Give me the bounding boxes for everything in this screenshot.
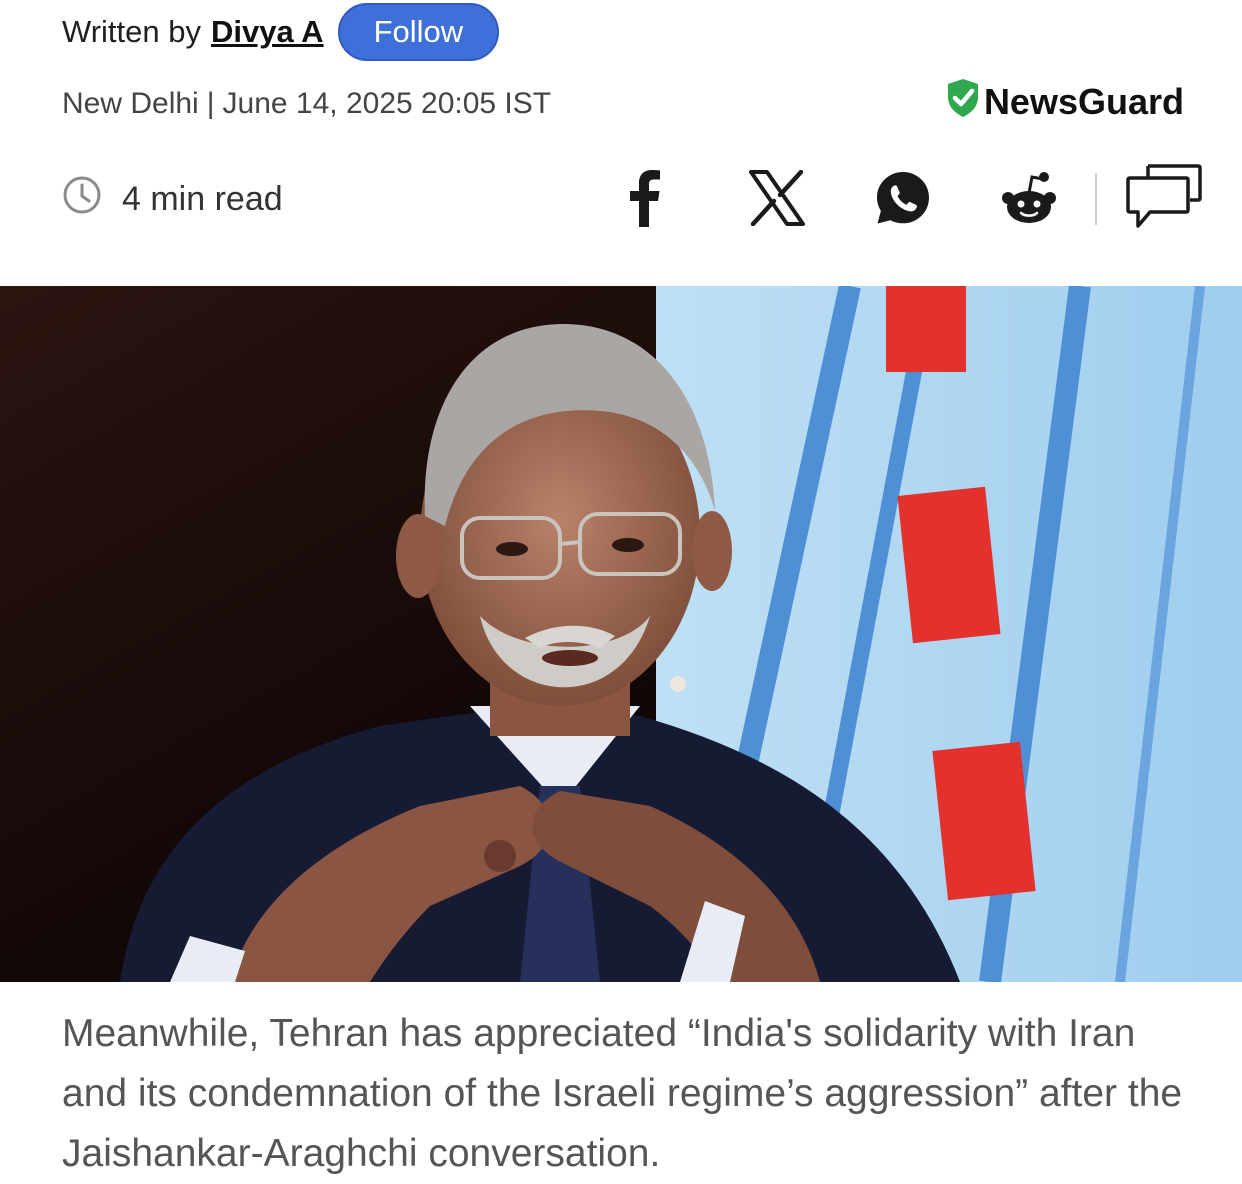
- byline: Written by Divya A Follow: [62, 3, 500, 61]
- facebook-icon: [626, 169, 662, 232]
- share-divider: [1095, 173, 1097, 225]
- clock-icon: [62, 175, 102, 224]
- x-share-button[interactable]: [742, 168, 812, 232]
- byline-prefix: Written by: [62, 14, 201, 49]
- read-time-label: 4 min read: [122, 179, 283, 218]
- whatsapp-icon: [874, 169, 932, 232]
- dateline-datetime: June 14, 2025 20:05 IST: [222, 87, 552, 120]
- reddit-share-button[interactable]: [996, 168, 1062, 232]
- follow-button[interactable]: Follow: [337, 3, 500, 61]
- dateline-location: New Delhi: [62, 87, 199, 120]
- comments-button[interactable]: [1124, 163, 1204, 232]
- speaker-photo: [0, 286, 1242, 982]
- article-hero-image: [0, 286, 1242, 982]
- newsguard-label: NewsGuard: [983, 81, 1184, 122]
- comments-icon: [1126, 163, 1202, 237]
- newsguard-badge[interactable]: NewsGuard: [946, 78, 1184, 126]
- read-time: 4 min read: [62, 172, 283, 226]
- dateline: New Delhi | June 14, 2025 20:05 IST: [62, 82, 551, 126]
- x-icon: [749, 169, 805, 231]
- dateline-separator: |: [206, 87, 215, 120]
- reddit-icon: [999, 171, 1059, 230]
- facebook-share-button[interactable]: [612, 168, 676, 232]
- shield-check-icon: [946, 78, 980, 127]
- article-paragraph: Meanwhile, Tehran has appreciated “India…: [62, 1012, 1183, 1175]
- author-link[interactable]: Divya A: [211, 14, 324, 50]
- whatsapp-share-button[interactable]: [870, 168, 936, 232]
